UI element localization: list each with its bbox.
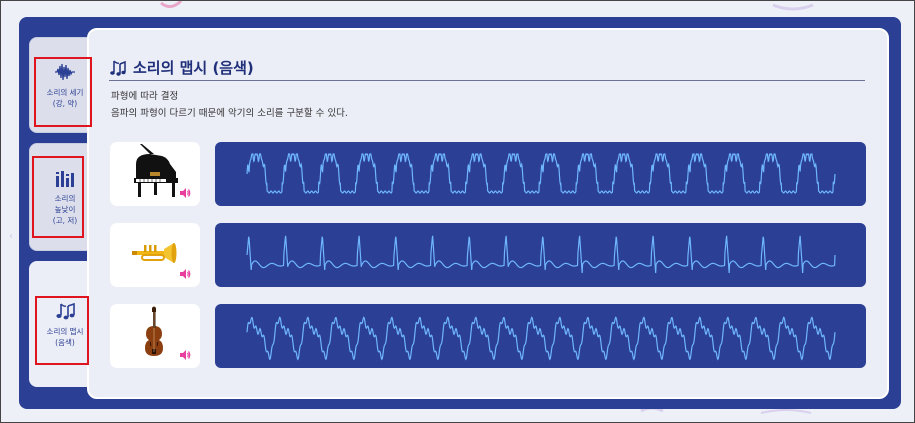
title-divider xyxy=(109,80,865,81)
tab-label: 소리의 세기 xyxy=(46,87,84,97)
chevron-left-icon: ‹ xyxy=(9,231,13,242)
app-frame: 소리의 세기 (강, 약) 소리의 높낮이 (고, 저) 소리의 맵시 (음색)… xyxy=(0,0,915,423)
waveform-line xyxy=(246,316,836,361)
instrument-card-trumpet xyxy=(110,223,200,287)
tab-label-sub: (고, 저) xyxy=(52,216,78,225)
waveform-display-piano xyxy=(215,142,866,206)
waveform-path xyxy=(246,153,836,194)
tab-label-sub: (음색) xyxy=(55,337,75,347)
waveform-display-violin xyxy=(215,304,866,368)
description-line-2: 음파의 파형이 다르기 때문에 악기의 소리를 구분할 수 있다. xyxy=(111,108,348,119)
tab-label: 소리의 맵시 xyxy=(46,326,84,336)
tab-label-sub: 높낮이 xyxy=(54,205,76,214)
equalizer-bars-icon xyxy=(56,171,74,187)
instrument-card-violin xyxy=(110,304,200,368)
page-title-row: 소리의 맵시 (음색) xyxy=(109,57,254,78)
speaker-icon[interactable] xyxy=(179,187,191,199)
speaker-icon[interactable] xyxy=(179,349,191,361)
waveform-icon xyxy=(55,63,75,80)
waveform-path xyxy=(246,316,836,361)
speaker-icon[interactable] xyxy=(179,268,191,280)
waveform-display-trumpet xyxy=(215,223,866,287)
instrument-card-piano xyxy=(110,142,200,206)
waveform-line xyxy=(246,235,836,274)
description-line-1: 파형에 따라 결정 xyxy=(111,91,179,102)
music-note-icon xyxy=(110,60,126,76)
page-title: 소리의 맵시 (음색) xyxy=(133,59,254,77)
waveform-path xyxy=(246,235,836,274)
waveform-line xyxy=(246,153,836,194)
music-note-icon xyxy=(56,302,75,319)
tab-label-sub: (강, 약) xyxy=(52,98,78,108)
tab-label: 소리의 xyxy=(54,194,76,203)
